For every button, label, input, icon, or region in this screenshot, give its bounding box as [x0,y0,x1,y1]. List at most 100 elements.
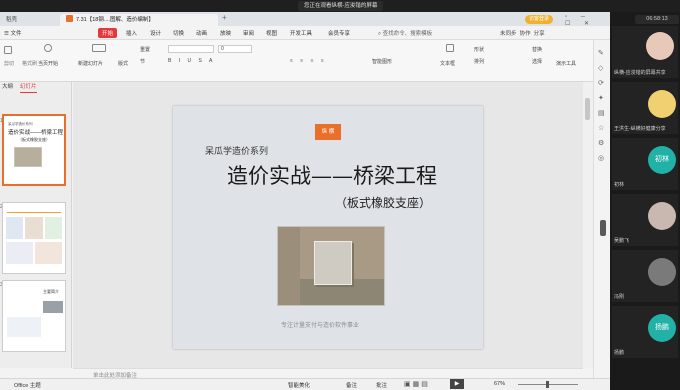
tab-home-label: 稻壳 [6,17,18,23]
avatar [648,202,676,230]
menu-slideshow[interactable]: 放映 [220,29,231,37]
right-tool-strip: ✎ ◇ ⟳ ✦ ▤ ☆ ⚙ ◎ [593,40,610,378]
tab-outline[interactable]: 大纲 [2,82,13,92]
layout-button[interactable]: 版式 [118,60,128,67]
new-tab-button[interactable]: + [222,13,227,22]
meeting-clock: 06:58:13 [635,15,679,24]
participant-name: 冯刚 [614,294,625,300]
menu-design[interactable]: 设计 [150,29,161,37]
share-status-text: 您正在观看纵横-应浚锴的屏幕 [298,1,384,11]
avatar: 扬鹏 [648,314,676,342]
collapse-handle[interactable] [600,220,606,236]
menu-start[interactable]: 开始 [98,28,118,38]
slideshow-play-icon[interactable]: ▶ [450,379,464,389]
current-slide[interactable]: 纵 横 呆瓜学造价系列 造价实战——桥梁工程 （板式橡胶支座） 专注计量支付与造… [173,106,483,349]
tab-slides[interactable]: 幻灯片 [20,82,37,93]
thumb3-title: 主要简介 [43,289,59,294]
menu-insert[interactable]: 插入 [126,29,137,37]
collaborate-button[interactable]: 协作 [520,31,531,37]
select-button[interactable]: 选择 [532,58,542,65]
textbox-button[interactable]: 文本框 [440,60,455,67]
smart-graphic-button[interactable]: 智能图形 [372,58,392,65]
view-mode-icons[interactable]: ▣▦▤ [404,380,430,388]
slide-thumbnail-2[interactable] [2,202,66,274]
participant-name: 初林 [614,182,625,188]
participant-name: 扬鹏 [614,350,625,356]
comments-toggle[interactable]: 批注 [376,381,387,389]
font-style-buttons[interactable]: B I U S A [168,58,215,64]
paragraph-buttons[interactable]: ≡ ≡ ≡ ≡ [290,58,327,64]
menu-transition[interactable]: 切换 [173,29,184,37]
presentation-icon [66,15,73,22]
thumb-subtitle: （板式橡胶支座） [18,137,50,142]
slide-footer: 专注计量支付与造价软件事业 [281,323,360,329]
paste-button[interactable] [4,46,12,54]
collab-actions: 未同步 协作 分享 [500,29,545,37]
tab-home[interactable]: 稻壳 [0,14,55,26]
menu-developer[interactable]: 开发工具 [290,29,312,37]
zoom-level: 67% [494,381,506,387]
theme-name: Office 主题 [14,383,41,389]
participant-tile[interactable]: 吴鹏飞 [612,194,678,246]
play-icon[interactable] [44,44,52,52]
textbox-icon[interactable] [446,44,454,52]
slide-title: 造价实战——桥梁工程 [227,164,437,188]
menu-view[interactable]: 视图 [266,29,277,37]
menu-bar: ☰ 文件 开始 插入 设计 切换 动画 放映 审阅 视图 开发工具 会员专享 ⌕… [0,26,610,40]
participant-tile[interactable]: 冯刚 [612,250,678,302]
command-search[interactable]: ⌕ 查找命令、搜索模板 [378,29,432,38]
avatar [648,90,676,118]
avatar [648,258,676,286]
slide-thumbnail-3[interactable]: 主要简介 [2,280,66,352]
side-tool-icons[interactable]: ✎ ◇ ⟳ ✦ ▤ ☆ ⚙ ◎ [598,46,605,166]
share-button[interactable]: 分享 [534,31,545,37]
menu-animation[interactable]: 动画 [196,29,207,37]
replace-button[interactable]: 替换 [532,46,542,53]
new-slide-button[interactable]: 新建幻灯片 [78,60,103,67]
notes-pane[interactable]: 单击此处添加备注 [73,368,583,379]
title-bar: 稻壳 7.31【18钢....图解、造价编制】 + 访客登录 ▫ ─ ☐ ✕ [0,12,610,27]
menu-member[interactable]: 会员专享 [328,29,350,37]
hamburger-menu-icon[interactable]: ☰ 文件 [4,29,21,37]
scroll-thumb[interactable] [585,98,590,120]
vertical-scrollbar[interactable] [583,82,593,368]
sync-status[interactable]: 未同步 [500,31,517,37]
shape-button[interactable]: 形状 [474,46,484,53]
screen-share-bar: 您正在观看纵横-应浚锴的屏幕 [0,0,680,12]
presenter-tools-button[interactable]: 演示工具 [556,60,576,67]
font-family-select[interactable] [168,45,214,53]
play-from-current-button[interactable]: 当页开始 [38,60,58,67]
participant-tile[interactable]: 扬鹏 扬鹏 [612,306,678,358]
thumb-photo [14,147,42,167]
tab-document[interactable]: 7.31【18钢....图解、造价编制】 [60,14,218,26]
panel-tabs: 大纲 幻灯片 [0,82,72,93]
participant-tile[interactable]: 纵横-应浚锴的屏幕共享 [612,26,678,78]
smart-beautify-button[interactable]: 智能美化 [288,381,310,389]
wps-presentation-window: 稻壳 7.31【18钢....图解、造价编制】 + 访客登录 ▫ ─ ☐ ✕ ☰… [0,12,610,390]
tab-document-label: 7.31【18钢....图解、造价编制】 [76,17,154,23]
menu-review[interactable]: 审阅 [243,29,254,37]
slide-thumbnail-1[interactable]: 呆瓜学造价系列 造价实战——桥梁工程 （板式橡胶支座） [2,114,66,186]
notes-toggle[interactable]: 备注 [346,381,357,389]
status-bar: Office 主题 智能美化 备注 批注 ▣▦▤ ▶ 67% [0,378,610,390]
participant-name: 吴鹏飞 [614,238,630,244]
guest-login-button[interactable]: 访客登录 [525,15,554,24]
zoom-slider-handle[interactable] [546,381,549,388]
slide-editing-area: 纵 横 呆瓜学造价系列 造价实战——桥梁工程 （板式橡胶支座） 专注计量支付与造… [73,82,583,368]
reset-button[interactable]: 重置 [140,46,150,53]
arrange-button[interactable]: 排列 [474,58,484,65]
cut-button[interactable]: 剪切 [4,60,14,67]
ribbon-toolbar: 剪切 格式刷 当页开始 新建幻灯片 版式 重置 节 0 B I U S A ≡ … [0,40,610,82]
bearing-photo [277,226,385,306]
font-size-select[interactable]: 0 [218,45,252,53]
slide-subtitle: （板式橡胶支座） [335,196,432,210]
avatar [646,32,674,60]
new-slide-icon[interactable] [92,44,106,52]
paste-icon [4,46,12,54]
participant-tile[interactable]: 王洪生-纵横好健康分享 [612,82,678,134]
thumb-title: 造价实战——桥梁工程 [8,130,64,136]
format-painter-button[interactable]: 格式刷 [22,60,37,67]
thumb-series: 呆瓜学造价系列 [8,122,33,126]
section-button[interactable]: 节 [140,58,145,65]
participant-tile[interactable]: 初林 初林 [612,138,678,190]
